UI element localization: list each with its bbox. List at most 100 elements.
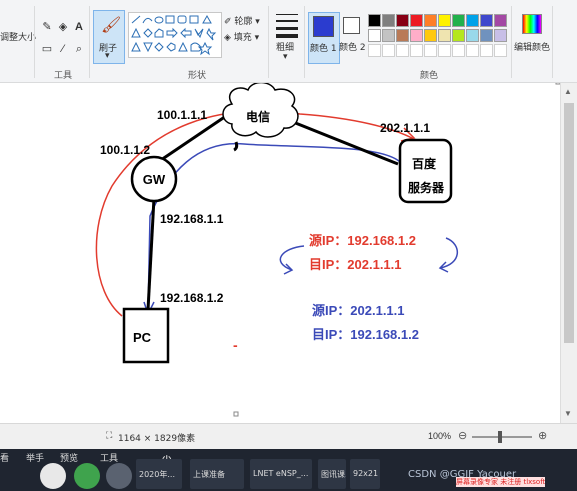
resize-button[interactable]: 调整大小 [0,30,36,43]
eraser-icon[interactable]: ▭ [40,42,54,56]
palette-swatch-empty[interactable] [494,44,507,57]
palette-swatch-empty[interactable] [382,44,395,57]
blue-source-ip-text: 源IP：202.1.1.1 [312,303,405,318]
chevron-down-icon: ▾ [251,33,260,43]
scroll-up-icon[interactable]: ▲ [564,87,572,96]
network-diagram: 电信 100.1.1.1 GW 100.1.1.2 192.168.1.1 百度… [95,79,561,417]
palette-swatch[interactable] [382,29,395,42]
gw-top-ip-label: 100.1.1.2 [100,143,150,157]
palette-swatch[interactable] [424,14,437,27]
palette-swatch[interactable] [396,29,409,42]
outline-dropdown[interactable]: ✐ 轮廓 ▾ [224,14,260,27]
taskbar-menu-item[interactable]: 看 [0,451,9,464]
vertical-scrollbar[interactable]: ▲ ▼ [560,83,577,423]
outline-icon: ✐ [224,17,235,27]
taskbar-app-button[interactable]: LNET eNSP_... [250,459,312,489]
red-source-ip-text: 源IP：192.168.1.2 [309,233,416,248]
zoom-level: 100% [428,431,452,441]
palette-swatch-empty[interactable] [452,44,465,57]
shapes-gallery[interactable] [128,12,222,58]
palette-swatch[interactable] [368,14,381,27]
palette-swatch[interactable] [494,29,507,42]
palette-swatch-empty[interactable] [396,44,409,57]
color2-button[interactable]: 颜色 2 [338,12,368,62]
swap-arrow-left [279,245,305,275]
color2-label: 颜色 2 [339,43,366,53]
text-tool-icon[interactable]: A [72,20,86,34]
red-route-line [95,110,413,317]
palette-swatch-empty[interactable] [424,44,437,57]
fill-icon: ◈ [224,33,234,43]
zoom-slider-thumb[interactable] [498,431,502,443]
red-dest-ip-text: 目IP：202.1.1.1 [309,257,402,272]
stray-mark: - [233,337,238,353]
palette-swatch-empty[interactable] [480,44,493,57]
palette-swatch[interactable] [438,14,451,27]
chevron-down-icon: ▾ [105,51,110,61]
palette-swatch[interactable] [480,14,493,27]
status-bar: ⛶ 1164 × 1829像素 100% ⊖ ⊕ [0,423,577,450]
pencil-icon[interactable]: ✎ [40,20,54,34]
palette-swatch[interactable] [494,14,507,27]
divider [552,6,553,78]
rainbow-icon [522,14,542,34]
app-icon[interactable] [106,463,132,489]
color1-swatch [313,16,334,37]
chevron-down-icon: ▾ [252,17,260,27]
zoom-out-icon[interactable]: ⊖ [458,429,467,442]
chevron-down-icon: ▾ [283,52,288,62]
magnifier-icon[interactable]: ⌕ [72,42,86,56]
pc-ip-label: 192.168.1.2 [160,291,224,305]
palette-swatch[interactable] [480,29,493,42]
chrome-icon[interactable] [74,463,100,489]
palette-swatch[interactable] [466,14,479,27]
ribbon-toolbar: 调整大小 ✎ ◈ A ▭ ⁄ ⌕ 工具 🖌 刷子 ▾ ✐ 轮廓 ▾ ◈ 填充 ▾… [0,0,577,83]
line-bold [276,34,298,38]
taskbar-app-button[interactable]: 2020年... [136,459,182,489]
image-dimensions: 1164 × 1829像素 [118,434,196,444]
divider [511,6,512,78]
taskbar-menu-item[interactable]: 工具 [100,451,118,464]
zoom-in-icon[interactable]: ⊕ [538,429,547,442]
swap-arrow-right [438,237,458,273]
palette-swatch[interactable] [466,29,479,42]
taskbar-app-button[interactable]: 92x21 [350,459,380,489]
scroll-down-icon[interactable]: ▼ [564,409,572,418]
palette-swatch-empty[interactable] [368,44,381,57]
taskbar-menu-item[interactable]: 举手 [26,451,44,464]
palette-swatch[interactable] [452,29,465,42]
color-picker-icon[interactable]: ⁄ [56,42,70,56]
image-size-icon: ⛶ [106,431,113,441]
scrollbar-thumb[interactable] [564,103,574,343]
taskbar-menu-item[interactable]: 预览 [60,451,78,464]
taskbar-app-button[interactable]: 图讯课... [318,459,346,489]
drawing-canvas[interactable]: 电信 100.1.1.1 GW 100.1.1.2 192.168.1.1 百度… [0,79,561,423]
palette-swatch[interactable] [424,29,437,42]
divider [34,6,35,78]
palette-swatch[interactable] [410,29,423,42]
taskbar-app-button[interactable]: 上课准备 [190,459,244,489]
taskbar: 看举手预览工具 ⏻ 2020年...上课准备LNET eNSP_...图讯课..… [0,449,577,491]
palette-swatch[interactable] [410,14,423,27]
palette-swatch[interactable] [452,14,465,27]
fill-bucket-icon[interactable]: ◈ [56,20,70,34]
line-medium [276,20,298,22]
zoom-slider[interactable] [472,436,532,438]
fill-dropdown[interactable]: ◈ 填充 ▾ [224,30,259,43]
palette-swatch[interactable] [368,29,381,42]
app-icon[interactable] [40,463,66,489]
palette-swatch-empty[interactable] [410,44,423,57]
color1-button[interactable]: 颜色 1 [308,12,340,64]
size-button[interactable]: 粗细 ▾ [274,12,300,66]
palette-swatch[interactable] [438,29,451,42]
resize-handle[interactable] [233,411,239,417]
palette-swatch[interactable] [382,14,395,27]
palette-swatch-empty[interactable] [466,44,479,57]
cloud-ip-label: 100.1.1.1 [157,108,207,122]
palette-swatch[interactable] [396,14,409,27]
brush-button[interactable]: 🖌 刷子 ▾ [93,10,125,64]
blue-dest-ip-text: 目IP：192.168.1.2 [312,327,419,342]
edit-colors-button[interactable]: 编辑颜色 [514,12,550,64]
colors-group-label: 颜色 [420,71,439,81]
palette-swatch-empty[interactable] [438,44,451,57]
